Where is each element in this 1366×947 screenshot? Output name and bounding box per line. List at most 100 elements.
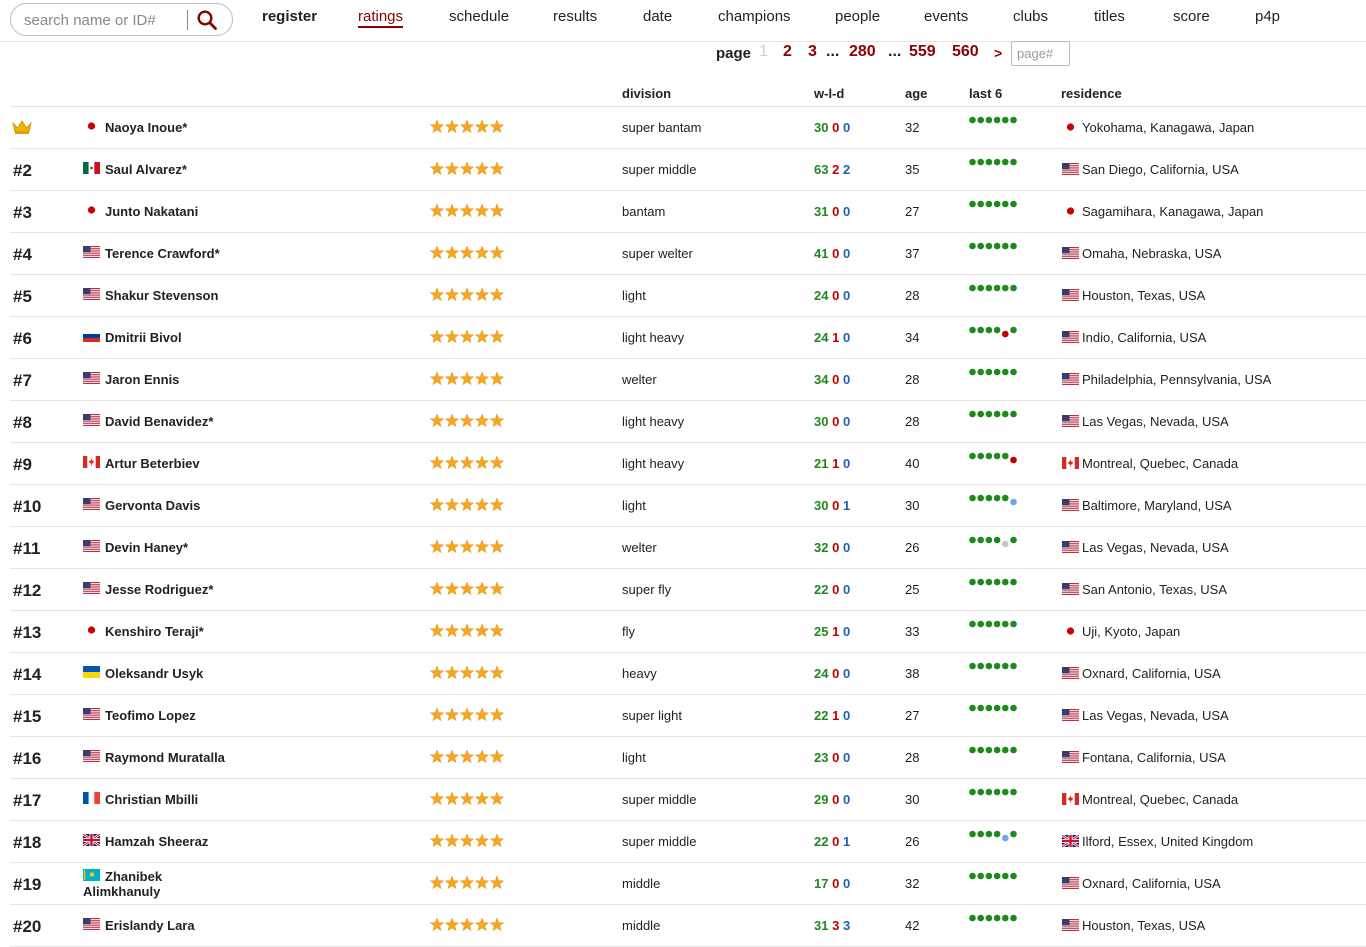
search-input[interactable] (24, 10, 192, 30)
draws: 0 (842, 666, 851, 681)
nav-champions[interactable]: champions (718, 8, 791, 25)
boxer-name-link[interactable]: Dmitrii Bivol (105, 330, 182, 345)
boxer-name-link[interactable]: Teofimo Lopez (105, 708, 196, 723)
page-link-560[interactable]: 560 (952, 43, 979, 61)
boxer-name-link[interactable]: Artur Beterbiev (105, 456, 200, 471)
nav-p4p[interactable]: p4p (1255, 8, 1280, 25)
draws: 0 (842, 372, 851, 387)
division: bantam (622, 204, 666, 219)
rating-stars-icon (429, 623, 505, 641)
nav-register[interactable]: register (262, 8, 317, 25)
page-link-3[interactable]: 3 (808, 43, 817, 61)
nav-score[interactable]: score (1173, 8, 1210, 25)
flag-us-icon (1062, 499, 1079, 511)
nav-clubs[interactable]: clubs (1013, 8, 1048, 25)
rating-stars-icon (429, 749, 505, 767)
age: 28 (905, 750, 920, 765)
boxer-name-link[interactable]: David Benavidez* (105, 414, 213, 429)
search-icon[interactable] (196, 9, 218, 31)
residence: Yokohama, Kanagawa, Japan (1082, 120, 1255, 135)
table-row: #11 Devin Haney* welter 32 0 0 26 Las Vegas, … (0, 527, 1366, 569)
division: heavy (622, 666, 657, 681)
crown-icon (12, 119, 32, 138)
last-six-results-icon (969, 661, 1019, 683)
win-loss-draw: 17 0 0 (814, 876, 850, 891)
losses: 0 (832, 414, 840, 429)
flag-us-icon (83, 708, 100, 720)
wins: 22 (814, 708, 829, 723)
win-loss-draw: 24 0 0 (814, 666, 850, 681)
age: 40 (905, 456, 920, 471)
flag-us-icon (1062, 583, 1079, 595)
losses: 1 (832, 708, 840, 723)
boxer-name-link[interactable]: Christian Mbilli (105, 792, 198, 807)
table-row: #8 David Benavidez* light heavy 30 0 0 28 Las… (0, 401, 1366, 443)
division: light heavy (622, 414, 685, 429)
last-six-results-icon (969, 787, 1019, 809)
boxer-name-link[interactable]: Kenshiro Teraji* (105, 624, 204, 639)
boxer-name-link[interactable]: Erislandy Lara (105, 918, 195, 933)
division: light heavy (622, 330, 685, 345)
table-row: #5 Shakur Stevenson light 24 0 0 28 Houston, … (0, 275, 1366, 317)
boxer-name-link[interactable]: Oleksandr Usyk (105, 666, 203, 681)
page-link-2[interactable]: 2 (783, 43, 792, 61)
flag-us-icon (1062, 709, 1079, 721)
rating-stars-icon (429, 371, 505, 389)
nav-ratings[interactable]: ratings (358, 8, 404, 28)
wins: 30 (814, 120, 829, 135)
nav-events[interactable]: events (924, 8, 968, 25)
boxer-name-link[interactable]: Shakur Stevenson (105, 288, 218, 303)
losses: 1 (832, 624, 840, 639)
wins: 23 (814, 750, 829, 765)
rating-stars-icon (429, 161, 505, 179)
draws: 1 (842, 834, 851, 849)
boxer-name-link[interactable]: Jaron Ennis (105, 372, 179, 387)
table-row: #16 Raymond Muratalla light 23 0 0 28 Fontana… (0, 737, 1366, 779)
flag-mx-icon (83, 162, 100, 174)
nav-date[interactable]: date (643, 8, 672, 25)
rank-number: #13 (13, 623, 42, 642)
page-number-input[interactable] (1011, 41, 1070, 66)
boxer-name-link[interactable]: Raymond Muratalla (105, 750, 225, 765)
losses: 1 (832, 330, 840, 345)
win-loss-draw: 21 1 0 (814, 456, 850, 471)
table-row: #4 Terence Crawford* super welter 41 0 0 37 O… (0, 233, 1366, 275)
boxer-name-link[interactable]: Naoya Inoue* (105, 120, 187, 135)
boxer-name-link[interactable]: Terence Crawford* (105, 246, 220, 261)
nav-schedule[interactable]: schedule (449, 8, 509, 25)
rank-number: #20 (13, 917, 42, 936)
page-link-280[interactable]: 280 (849, 43, 876, 61)
age: 30 (905, 498, 920, 513)
boxer-name-link[interactable]: Jesse Rodriguez* (105, 582, 213, 597)
boxer-name-link[interactable]: Gervonta Davis (105, 498, 200, 513)
flag-us-icon (1062, 541, 1079, 553)
flag-jp-icon (83, 624, 100, 636)
last-six-results-icon (969, 409, 1019, 431)
draws: 0 (842, 624, 851, 639)
boxer-name-link[interactable]: Devin Haney* (105, 540, 188, 555)
flag-us-icon (83, 918, 100, 930)
last-six-results-icon (969, 871, 1019, 893)
wins: 22 (814, 582, 829, 597)
flag-jp-icon (1062, 625, 1079, 637)
losses: 2 (832, 162, 840, 177)
last-six-results-icon (969, 619, 1019, 641)
column-header-age: age (905, 86, 928, 101)
flag-fr-icon (83, 792, 100, 804)
nav-people[interactable]: people (835, 8, 880, 25)
boxer-name-link[interactable]: Saul Alvarez* (105, 162, 187, 177)
page-next-button[interactable]: > (994, 45, 1002, 61)
table-row: #19 Zhanibek Alimkhanuly middle 17 0 0 32 Oxn… (0, 863, 1366, 905)
draws: 0 (842, 540, 851, 555)
boxer-name-link[interactable]: Hamzah Sheeraz (105, 834, 208, 849)
page-link-559[interactable]: 559 (909, 43, 936, 61)
boxer-name-link[interactable]: Zhanibek Alimkhanuly (83, 869, 213, 899)
boxer-name-link[interactable]: Junto Nakatani (105, 204, 198, 219)
win-loss-draw: 41 0 0 (814, 246, 850, 261)
nav-results[interactable]: results (553, 8, 597, 25)
draws: 0 (842, 288, 851, 303)
age: 35 (905, 162, 920, 177)
flag-us-icon (83, 750, 100, 762)
nav-titles[interactable]: titles (1094, 8, 1125, 25)
residence: Fontana, California, USA (1082, 750, 1226, 765)
